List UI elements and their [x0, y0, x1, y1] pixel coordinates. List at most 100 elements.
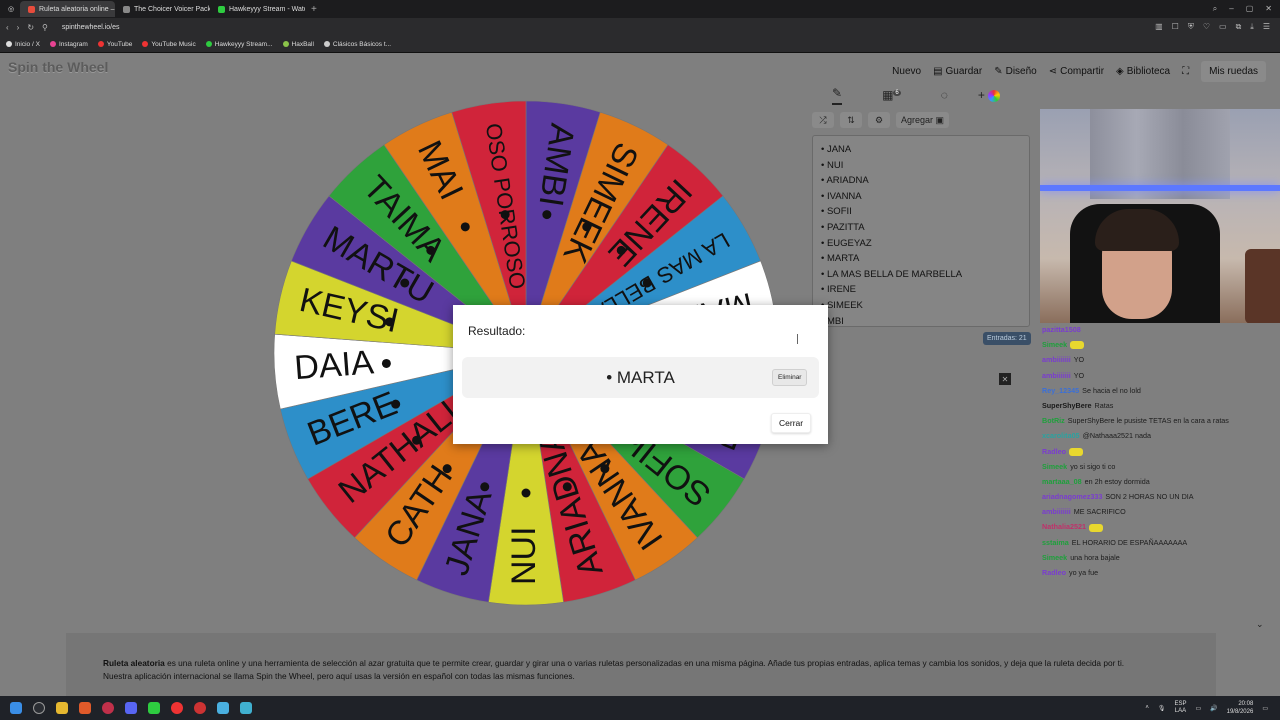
diseno-button[interactable]: ✎ Diseño: [994, 66, 1037, 77]
entry-item[interactable]: • IVANNA: [821, 189, 1021, 205]
search-icon[interactable]: ⌕: [1213, 4, 1217, 14]
shield-icon[interactable]: ⛨: [1188, 22, 1194, 32]
browser-menu-icon[interactable]: ◎: [0, 1, 20, 17]
search-icon[interactable]: [33, 702, 45, 714]
discord-icon[interactable]: [125, 702, 137, 714]
brave-icon[interactable]: [79, 702, 91, 714]
emote-icon: [1070, 341, 1085, 350]
menu-icon[interactable]: ☰: [1263, 22, 1270, 32]
biblioteca-button[interactable]: ◈ Biblioteca: [1116, 66, 1170, 77]
entry-item[interactable]: • JANA: [821, 142, 1021, 158]
site-logo[interactable]: Spin the Wheel: [8, 59, 108, 75]
bookmark-item[interactable]: Inicio / X: [6, 41, 40, 48]
system-tray: ˄ 🎙 ESP LAA ▭ 🔊 20:08 19/8/2026 ▭: [1145, 696, 1268, 720]
new-tab-button[interactable]: +: [305, 4, 323, 15]
app-icon[interactable]: [217, 702, 229, 714]
browser-tabbar: ◎ Ruleta aleatoria online – ruleta... The…: [0, 0, 1280, 18]
hide-tab-icon[interactable]: ◌: [941, 88, 948, 102]
chrome-icon[interactable]: [194, 702, 206, 714]
bookmark-favicon-icon: [97, 41, 104, 47]
notepad-icon[interactable]: [240, 702, 252, 714]
cerrar-button[interactable]: Cerrar: [771, 413, 812, 433]
mis-ruedas-button[interactable]: Mis ruedas: [1201, 61, 1266, 82]
guardar-button[interactable]: ▤ Guardar: [933, 66, 982, 77]
bookmark-favicon-icon: [6, 41, 12, 47]
bookmark-item[interactable]: YouTube Music: [142, 41, 196, 48]
result-box: • MARTA Eliminar: [462, 357, 819, 398]
chat-username: Radleo: [1042, 446, 1066, 456]
forward-icon[interactable]: ›: [17, 23, 20, 32]
fullscreen-icon[interactable]: ⛶: [1182, 66, 1189, 77]
tab-label: Hawkeyyy Stream - Watch...: [229, 5, 305, 13]
close-chat-icon[interactable]: ✕: [999, 373, 1011, 385]
eliminar-button[interactable]: Eliminar: [772, 369, 808, 386]
clock[interactable]: 20:08 19/8/2026: [1227, 700, 1254, 716]
nuevo-button[interactable]: Nuevo: [892, 66, 921, 77]
bookmark-item[interactable]: YouTube: [97, 41, 132, 48]
chat-username: ambiiiiiii: [1042, 507, 1071, 517]
entry-item[interactable]: • MBI: [821, 314, 1021, 326]
mic-icon[interactable]: 🎙: [1158, 705, 1166, 712]
compartir-button[interactable]: ⋖ Compartir: [1049, 66, 1104, 77]
site-info-icon[interactable]: ⚲: [42, 23, 48, 32]
obs-icon[interactable]: [102, 702, 114, 714]
entry-tools: ⤮ ⇅ ⚙ Agregar ▣: [812, 112, 950, 128]
entry-item[interactable]: • EUGEYAZ: [821, 236, 1021, 252]
top-nav: Nuevo ▤ Guardar ✎ Diseño ⋖ Compartir ◈ Bibli…: [892, 61, 1266, 82]
language-indicator[interactable]: ESP LAA: [1174, 701, 1186, 715]
chat-message: ambiiiiiii ME SACRIFICO: [1040, 504, 1280, 519]
entries-textarea[interactable]: • JANA • NUI • ARIADNA • IVANNA • SOFII • PAZ…: [812, 135, 1030, 327]
browser-tab[interactable]: Ruleta aleatoria online – ruleta...: [20, 1, 115, 17]
shuffle-button[interactable]: ⤮: [812, 112, 834, 128]
entry-item[interactable]: • NUI: [821, 158, 1021, 174]
minimize-icon[interactable]: –: [1229, 4, 1233, 14]
url-input[interactable]: spinthewheel.io/es: [62, 24, 120, 31]
kick-icon[interactable]: [148, 702, 160, 714]
chat-username: ambiiiiiii: [1042, 370, 1071, 380]
maximize-icon[interactable]: ▢: [1246, 4, 1254, 14]
volume-icon[interactable]: 🔊: [1210, 705, 1217, 712]
entry-item[interactable]: • SOFII: [821, 204, 1021, 220]
bookmark-icon[interactable]: ☐: [1172, 22, 1179, 32]
edit-tab-icon[interactable]: ✎: [832, 86, 843, 105]
settings-button[interactable]: ⚙: [868, 112, 890, 128]
chat-message: Simeek yo si sigo ti co: [1040, 459, 1280, 474]
entry-item[interactable]: • ARIADNA: [821, 173, 1021, 189]
download-icon[interactable]: ⤓: [1250, 22, 1254, 32]
chat-message: Simeek: [1040, 337, 1280, 352]
entry-item[interactable]: • LA MAS BELLA DE MARBELLA: [821, 267, 1021, 283]
browser-tab[interactable]: The Choicer Voicer Packs...: [115, 1, 210, 17]
explorer-icon[interactable]: [56, 702, 68, 714]
entry-item[interactable]: • IRENE: [821, 282, 1021, 298]
back-icon[interactable]: ‹: [6, 23, 9, 32]
bookmark-item[interactable]: Hawkeyyy Stream...: [205, 41, 273, 48]
add-wheel-icon[interactable]: +: [978, 88, 1001, 102]
notifications-icon[interactable]: ▭: [1262, 705, 1268, 712]
sidebar-icon[interactable]: ▥: [1155, 22, 1163, 32]
bookmark-item[interactable]: Clásicos Básicos t...: [323, 41, 391, 48]
chat-text: una hora bajale: [1070, 552, 1120, 562]
chevron-down-icon[interactable]: ⌄: [1256, 619, 1264, 630]
browser-tab[interactable]: Hawkeyyy Stream - Watch...: [210, 1, 305, 17]
network-icon[interactable]: ▭: [1195, 705, 1201, 712]
emote-icon: [1068, 447, 1083, 456]
chat-message: xcarolita05 @Nathaaa2521 nada: [1040, 428, 1280, 443]
chat-username: Rey_12345: [1042, 385, 1080, 395]
add-image-button[interactable]: Agregar ▣: [896, 112, 950, 128]
results-tab-icon[interactable]: ▦ 6: [882, 88, 901, 102]
entry-item[interactable]: • SIMEEK: [821, 298, 1021, 314]
close-icon[interactable]: ✕: [1265, 4, 1272, 14]
entry-item[interactable]: • PAZITTA: [821, 220, 1021, 236]
bookmark-item[interactable]: Instagram: [49, 41, 88, 48]
bookmark-item[interactable]: HaxBall: [282, 41, 314, 48]
tab-favicon-icon: [218, 5, 225, 13]
wallet-icon[interactable]: ▭: [1219, 22, 1227, 32]
windows-start-icon[interactable]: [10, 702, 22, 714]
sort-button[interactable]: ⇅: [840, 112, 862, 128]
extensions-icon[interactable]: ⧉: [1236, 22, 1242, 32]
reload-icon[interactable]: ↻: [27, 23, 34, 32]
entry-item[interactable]: • MARTA: [821, 251, 1021, 267]
heart-icon[interactable]: ♡: [1203, 22, 1210, 32]
chevron-up-icon[interactable]: ˄: [1145, 705, 1149, 711]
media-icon[interactable]: [171, 702, 183, 714]
